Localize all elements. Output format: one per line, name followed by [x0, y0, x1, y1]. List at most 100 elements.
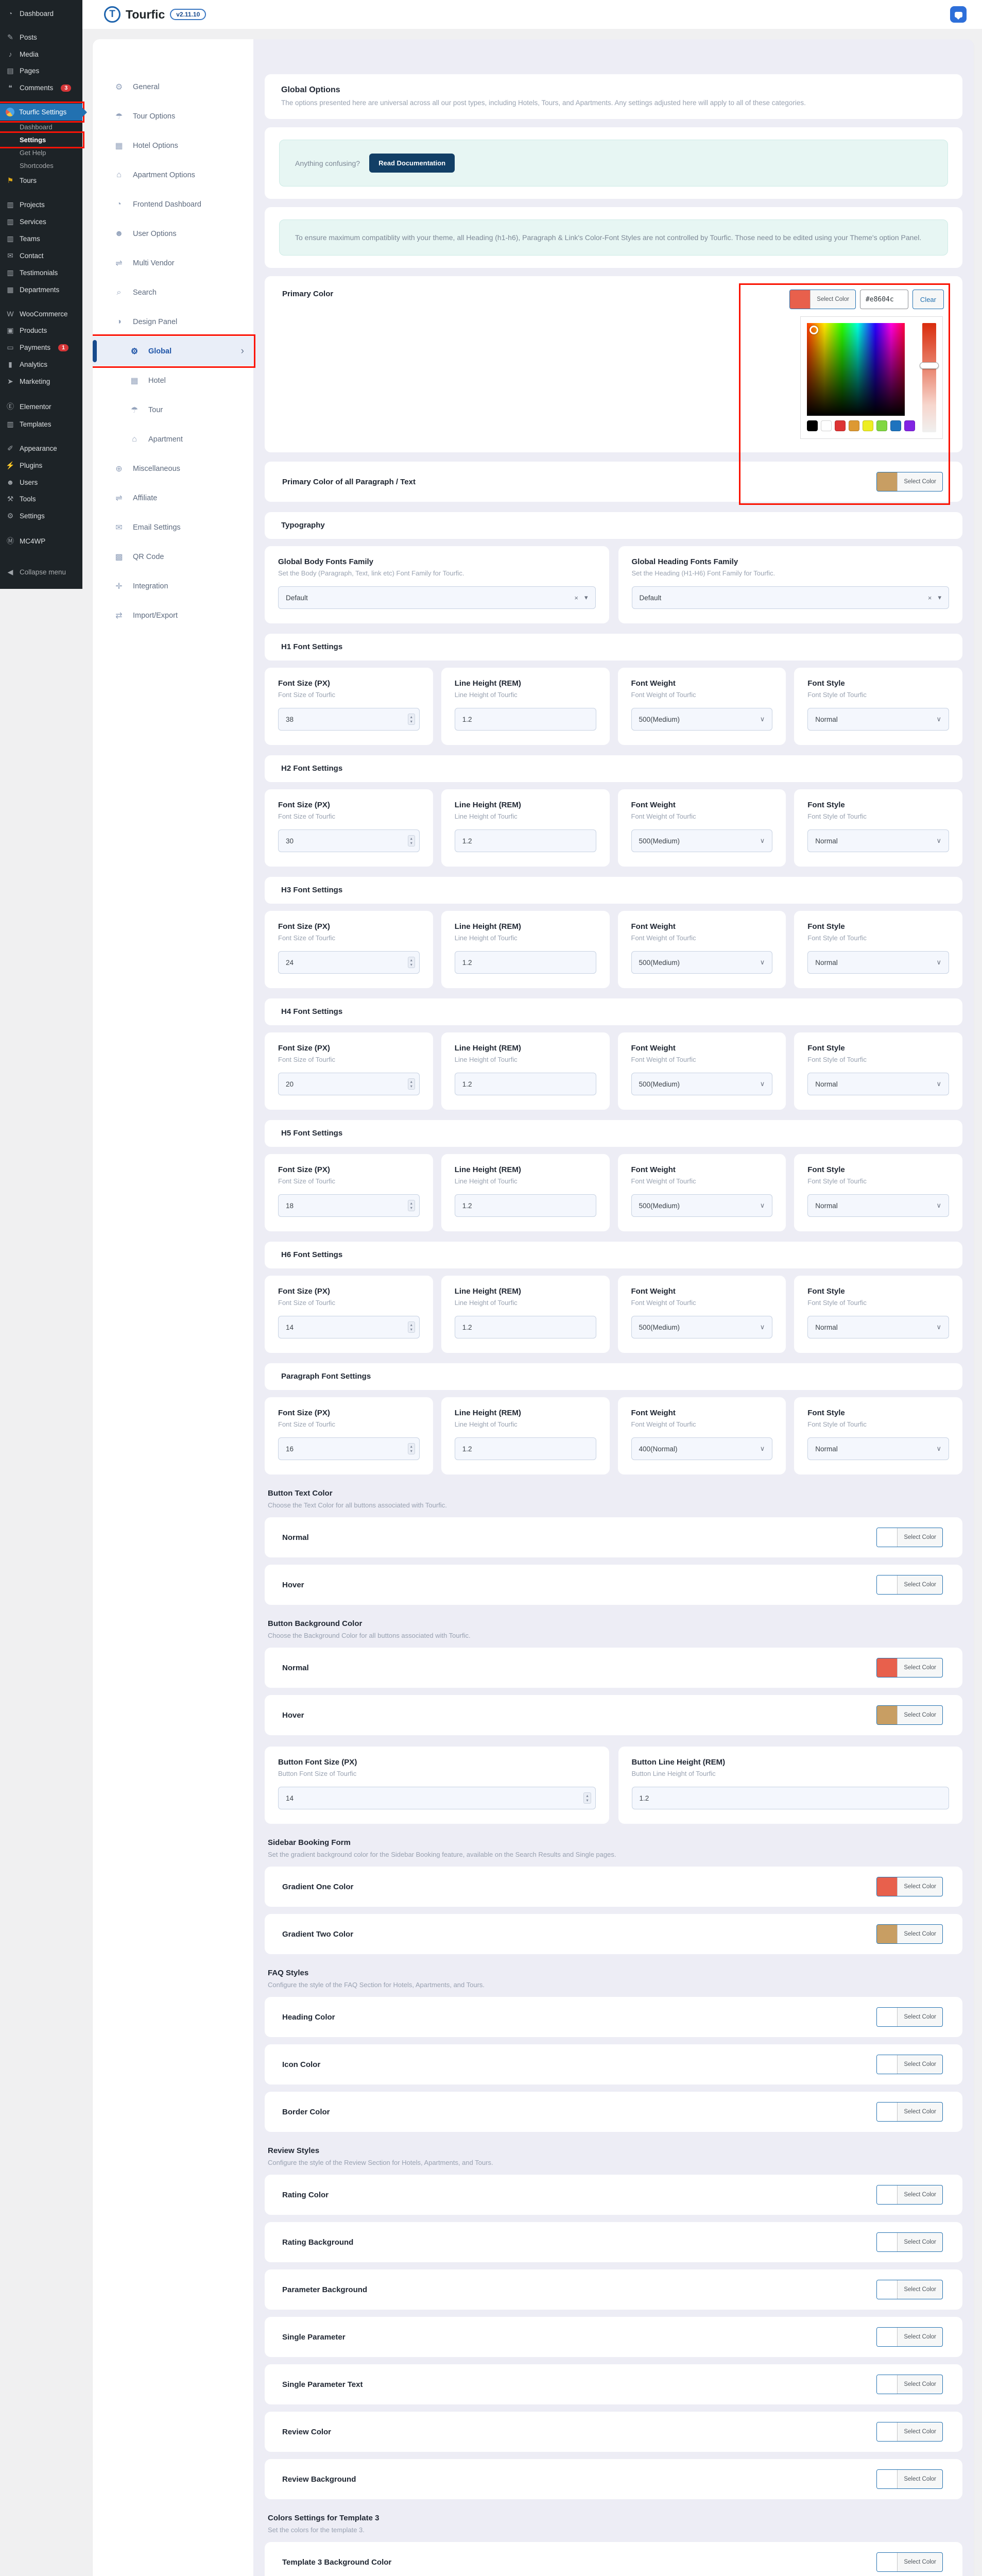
select-color-button[interactable]: Select Color — [876, 2007, 943, 2027]
font-weight-select[interactable]: 500(Medium) ∨ — [631, 829, 773, 852]
select-color-button[interactable]: Select Color — [876, 1705, 943, 1725]
select-color-button[interactable]: Select Color — [876, 1877, 943, 1896]
nav-item-design-panel[interactable]: ◑ Design Panel — [93, 307, 253, 336]
nav-item-import-export[interactable]: ⇄ Import/Export — [93, 601, 253, 630]
sidebar-item-dashboard[interactable]: ◔ Dashboard — [0, 5, 82, 22]
sidebar-item-elementor[interactable]: Ⓔ Elementor — [0, 397, 82, 416]
line-height-input[interactable] — [454, 1437, 596, 1460]
nav-item-tour[interactable]: ☂ Tour — [93, 395, 253, 425]
sidebar-item-tours[interactable]: ⚑ Tours — [0, 172, 82, 189]
sidebar-item-pages[interactable]: ▤ Pages — [0, 62, 82, 79]
read-documentation-button[interactable]: Read Documentation — [369, 154, 455, 173]
sidebar-item-tourfic-settings[interactable]: Tourfic Settings — [0, 101, 84, 123]
palette-swatch[interactable] — [835, 420, 846, 431]
submenu-item-dashboard[interactable]: Dashboard — [0, 121, 82, 133]
nav-item-tour-options[interactable]: ☂ Tour Options — [93, 101, 253, 131]
font-style-select[interactable]: Normal ∨ — [807, 1194, 949, 1217]
sidebar-item-marketing[interactable]: ➤ Marketing — [0, 373, 82, 390]
font-weight-select[interactable]: 500(Medium) ∨ — [631, 708, 773, 731]
sidebar-item-users[interactable]: ☻ Users — [0, 474, 82, 490]
font-style-select[interactable]: Normal ∨ — [807, 1437, 949, 1460]
sidebar-item-products[interactable]: ▣ Products — [0, 322, 82, 339]
heading-font-family-select[interactable]: Default × ▾ — [631, 586, 949, 609]
sidebar-item-settings[interactable]: ⚙ Settings — [0, 507, 82, 524]
select-color-button[interactable]: Select Color — [789, 290, 856, 309]
sidebar-item-projects[interactable]: ▥ Projects — [0, 196, 82, 213]
palette-swatch[interactable] — [863, 420, 873, 431]
sidebar-item-testimonials[interactable]: ▥ Testimonials — [0, 264, 82, 281]
nav-item-integration[interactable]: ✛ Integration — [93, 571, 253, 601]
palette-swatch[interactable] — [890, 420, 901, 431]
nav-item-email-settings[interactable]: ✉ Email Settings — [93, 513, 253, 542]
submenu-item-shortcodes[interactable]: Shortcodes — [0, 159, 82, 172]
nav-item-hotel[interactable]: ▦ Hotel — [93, 366, 253, 395]
sidebar-item-media[interactable]: ♪ Media — [0, 46, 82, 62]
nav-item-hotel-options[interactable]: ▦ Hotel Options — [93, 131, 253, 160]
font-style-select[interactable]: Normal ∨ — [807, 708, 949, 731]
select-color-button[interactable]: Select Color — [876, 2232, 943, 2252]
sidebar-item-analytics[interactable]: ▮ Analytics — [0, 356, 82, 373]
nav-item-multi-vendor[interactable]: ⇌ Multi Vendor — [93, 248, 253, 278]
nav-item-global[interactable]: ⚙ Global › — [93, 334, 255, 368]
sidebar-item-comments[interactable]: ❝ Comments 3 — [0, 79, 82, 96]
nav-item-affiliate[interactable]: ⇌ Affiliate — [93, 483, 253, 513]
button-line-height-input[interactable] — [631, 1787, 949, 1809]
line-height-input[interactable] — [454, 1316, 596, 1338]
sidebar-item-payments[interactable]: ▭ Payments 1 — [0, 339, 82, 356]
sidebar-item-departments[interactable]: ▦ Departments — [0, 281, 82, 298]
palette-swatch[interactable] — [849, 420, 859, 431]
font-weight-select[interactable]: 500(Medium) ∨ — [631, 1316, 773, 1338]
font-style-select[interactable]: Normal ∨ — [807, 1073, 949, 1095]
number-stepper[interactable]: ▴ ▾ — [407, 957, 415, 968]
clear-color-button[interactable]: Clear — [912, 290, 944, 309]
nav-item-apartment[interactable]: ⌂ Apartment — [93, 425, 253, 454]
picker-handle[interactable] — [809, 326, 818, 334]
number-stepper[interactable]: ▴ ▾ — [583, 1792, 591, 1804]
nav-item-search[interactable]: ⌕ Search — [93, 278, 253, 307]
font-style-select[interactable]: Normal ∨ — [807, 829, 949, 852]
font-weight-select[interactable]: 400(Normal) ∨ — [631, 1437, 773, 1460]
select-color-button[interactable]: Select Color — [876, 2375, 943, 2394]
line-height-input[interactable] — [454, 708, 596, 731]
select-color-button[interactable]: Select Color — [876, 1575, 943, 1595]
nav-item-frontend-dashboard[interactable]: ◔ Frontend Dashboard — [93, 190, 253, 219]
font-size-input[interactable] — [278, 951, 420, 974]
palette-swatch[interactable] — [821, 420, 832, 431]
font-weight-select[interactable]: 500(Medium) ∨ — [631, 951, 773, 974]
sidebar-item-mc4wp[interactable]: Ⓜ MC4WP — [0, 532, 82, 550]
select-color-button[interactable]: Select Color — [876, 2327, 943, 2347]
clear-icon[interactable]: × — [928, 594, 932, 602]
palette-swatch[interactable] — [807, 420, 818, 431]
select-color-button[interactable]: Select Color — [876, 2469, 943, 2489]
select-color-button[interactable]: Select Color — [876, 2422, 943, 2442]
sidebar-item-plugins[interactable]: ⚡ Plugins — [0, 457, 82, 474]
number-stepper[interactable]: ▴ ▾ — [407, 1443, 415, 1454]
nav-item-miscellaneous[interactable]: ⊕ Miscellaneous — [93, 454, 253, 483]
line-height-input[interactable] — [454, 1073, 596, 1095]
font-size-input[interactable] — [278, 1316, 420, 1338]
line-height-input[interactable] — [454, 951, 596, 974]
sidebar-item-posts[interactable]: ✎ Posts — [0, 29, 82, 46]
sidebar-item-contact[interactable]: ✉ Contact — [0, 247, 82, 264]
palette-swatch[interactable] — [876, 420, 887, 431]
select-color-button[interactable]: Select Color — [876, 1658, 943, 1677]
palette-swatch[interactable] — [904, 420, 915, 431]
button-font-size-input[interactable] — [278, 1787, 596, 1809]
select-color-button[interactable]: Select Color — [876, 2552, 943, 2572]
line-height-input[interactable] — [454, 1194, 596, 1217]
number-stepper[interactable]: ▴ ▾ — [407, 1078, 415, 1090]
font-style-select[interactable]: Normal ∨ — [807, 951, 949, 974]
sidebar-item-tools[interactable]: ⚒ Tools — [0, 490, 82, 507]
body-font-family-select[interactable]: Default × ▾ — [278, 586, 596, 609]
select-color-button[interactable]: Select Color — [876, 2185, 943, 2205]
nav-item-apartment-options[interactable]: ⌂ Apartment Options — [93, 160, 253, 190]
sidebar-item-woocommerce[interactable]: W WooCommerce — [0, 306, 82, 322]
collapse-menu-button[interactable]: ◀ Collapse menu — [0, 564, 82, 581]
sidebar-item-teams[interactable]: ▥ Teams — [0, 230, 82, 247]
number-stepper[interactable]: ▴ ▾ — [407, 714, 415, 725]
select-color-button[interactable]: Select Color — [876, 1924, 943, 1944]
number-stepper[interactable]: ▴ ▾ — [407, 1321, 415, 1333]
clear-icon[interactable]: × — [574, 594, 578, 602]
shade-slider[interactable] — [920, 323, 939, 432]
nav-item-user-options[interactable]: ☻ User Options — [93, 219, 253, 248]
